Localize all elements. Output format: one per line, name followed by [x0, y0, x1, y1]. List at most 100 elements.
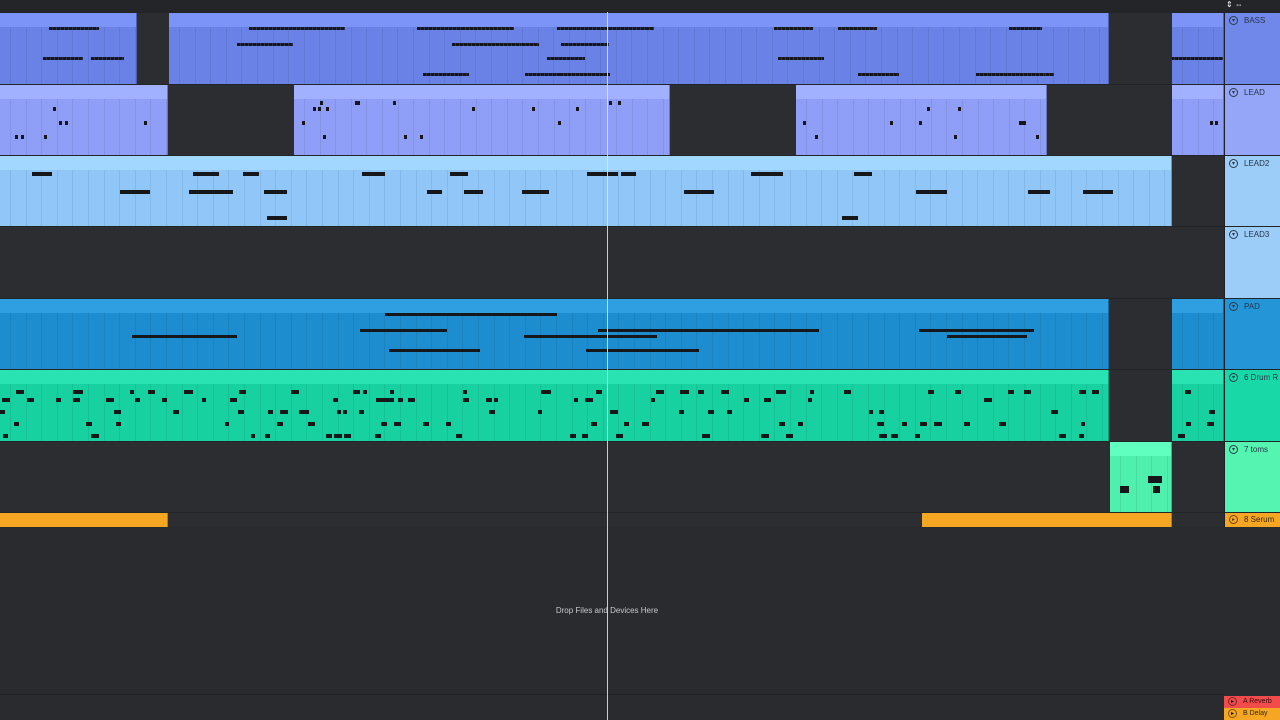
- midi-note[interactable]: [524, 335, 639, 338]
- midi-note[interactable]: [761, 434, 769, 438]
- midi-note[interactable]: [225, 422, 229, 426]
- midi-note[interactable]: [237, 43, 293, 46]
- midi-note[interactable]: [774, 27, 813, 30]
- midi-note[interactable]: [404, 135, 407, 139]
- midi-note[interactable]: [91, 57, 124, 60]
- return-track[interactable]: ▸ A Reverb: [1224, 696, 1280, 708]
- fold-arrow-icon[interactable]: ▾: [1229, 16, 1238, 25]
- midi-note[interactable]: [744, 398, 749, 402]
- midi-note[interactable]: [927, 107, 930, 111]
- midi-note[interactable]: [786, 434, 793, 438]
- midi-note[interactable]: [1051, 410, 1058, 414]
- midi-note[interactable]: [15, 135, 18, 139]
- midi-note[interactable]: [489, 410, 495, 414]
- midi-note[interactable]: [427, 190, 442, 194]
- midi-note[interactable]: [313, 107, 316, 111]
- midi-note[interactable]: [1009, 27, 1042, 30]
- midi-note[interactable]: [408, 398, 415, 402]
- fold-arrow-icon[interactable]: ▾: [1229, 373, 1238, 382]
- midi-note[interactable]: [359, 410, 364, 414]
- midi-note[interactable]: [135, 398, 140, 402]
- midi-note[interactable]: [776, 390, 783, 394]
- midi-note[interactable]: [947, 335, 1027, 338]
- midi-note[interactable]: [435, 313, 557, 316]
- clip-header[interactable]: [0, 299, 1108, 313]
- midi-note[interactable]: [618, 101, 621, 105]
- midi-note[interactable]: [73, 390, 79, 394]
- midi-note[interactable]: [582, 434, 588, 438]
- midi-note[interactable]: [323, 135, 326, 139]
- midi-note[interactable]: [239, 390, 246, 394]
- midi-note[interactable]: [91, 434, 99, 438]
- midi-note[interactable]: [302, 121, 305, 125]
- midi-note[interactable]: [560, 73, 610, 76]
- midi-note[interactable]: [751, 172, 783, 176]
- midi-note[interactable]: [43, 57, 83, 60]
- midi-note[interactable]: [879, 410, 884, 414]
- midi-note[interactable]: [173, 410, 179, 414]
- midi-note[interactable]: [902, 422, 907, 426]
- midi-note[interactable]: [1210, 121, 1213, 125]
- midi-note[interactable]: [1008, 390, 1014, 394]
- midi-note[interactable]: [915, 434, 920, 438]
- midi-note[interactable]: [609, 101, 612, 105]
- midi-clip[interactable]: [294, 85, 670, 155]
- midi-note[interactable]: [21, 135, 24, 139]
- track-lane[interactable]: [0, 226, 1224, 298]
- midi-note[interactable]: [680, 390, 685, 394]
- midi-note[interactable]: [423, 73, 469, 76]
- midi-note[interactable]: [344, 434, 349, 438]
- midi-note[interactable]: [591, 422, 597, 426]
- midi-note[interactable]: [558, 121, 561, 125]
- midi-note[interactable]: [230, 398, 237, 402]
- clip-header[interactable]: [0, 370, 1108, 384]
- midi-note[interactable]: [685, 390, 689, 394]
- track-header[interactable]: ▾ LEAD2: [1224, 155, 1280, 226]
- midi-note[interactable]: [343, 410, 347, 414]
- midi-note[interactable]: [463, 390, 467, 394]
- clip-header[interactable]: [1172, 299, 1223, 313]
- midi-note[interactable]: [202, 398, 206, 402]
- midi-note[interactable]: [390, 390, 394, 394]
- clip-header[interactable]: [0, 13, 136, 27]
- midi-clip[interactable]: [1172, 370, 1224, 441]
- midi-clip[interactable]: [796, 85, 1047, 155]
- midi-note[interactable]: [585, 398, 593, 402]
- midi-note[interactable]: [954, 135, 957, 139]
- midi-note[interactable]: [251, 434, 255, 438]
- midi-note[interactable]: [238, 410, 244, 414]
- resize-icons[interactable]: ⇕ ⇔: [1226, 0, 1243, 9]
- midi-note[interactable]: [1081, 422, 1085, 426]
- midi-note[interactable]: [587, 172, 618, 176]
- midi-note[interactable]: [844, 390, 851, 394]
- midi-note[interactable]: [803, 121, 806, 125]
- midi-note[interactable]: [684, 190, 714, 194]
- midi-note[interactable]: [393, 101, 396, 105]
- midi-note[interactable]: [919, 121, 922, 125]
- midi-note[interactable]: [486, 398, 492, 402]
- track-header[interactable]: ▾ LEAD3: [1224, 226, 1280, 298]
- midi-note[interactable]: [920, 422, 927, 426]
- midi-note[interactable]: [547, 390, 551, 394]
- track-header[interactable]: ▾ LEAD: [1224, 84, 1280, 155]
- midi-note[interactable]: [27, 398, 34, 402]
- midi-note[interactable]: [1215, 121, 1218, 125]
- midi-note[interactable]: [1209, 410, 1215, 414]
- midi-note[interactable]: [265, 434, 270, 438]
- midi-note[interactable]: [1186, 422, 1191, 426]
- midi-note[interactable]: [1178, 434, 1185, 438]
- midi-note[interactable]: [561, 43, 609, 46]
- midi-note[interactable]: [423, 422, 429, 426]
- midi-note[interactable]: [494, 398, 498, 402]
- midi-note[interactable]: [277, 422, 283, 426]
- midi-note[interactable]: [204, 190, 233, 194]
- midi-note[interactable]: [452, 43, 520, 46]
- midi-note[interactable]: [86, 422, 92, 426]
- midi-note[interactable]: [291, 390, 299, 394]
- midi-note[interactable]: [1092, 390, 1099, 394]
- midi-note[interactable]: [381, 422, 387, 426]
- midi-note[interactable]: [59, 121, 62, 125]
- track-header[interactable]: ▾ BASS: [1224, 12, 1280, 84]
- midi-note[interactable]: [267, 216, 287, 220]
- midi-note[interactable]: [1079, 434, 1084, 438]
